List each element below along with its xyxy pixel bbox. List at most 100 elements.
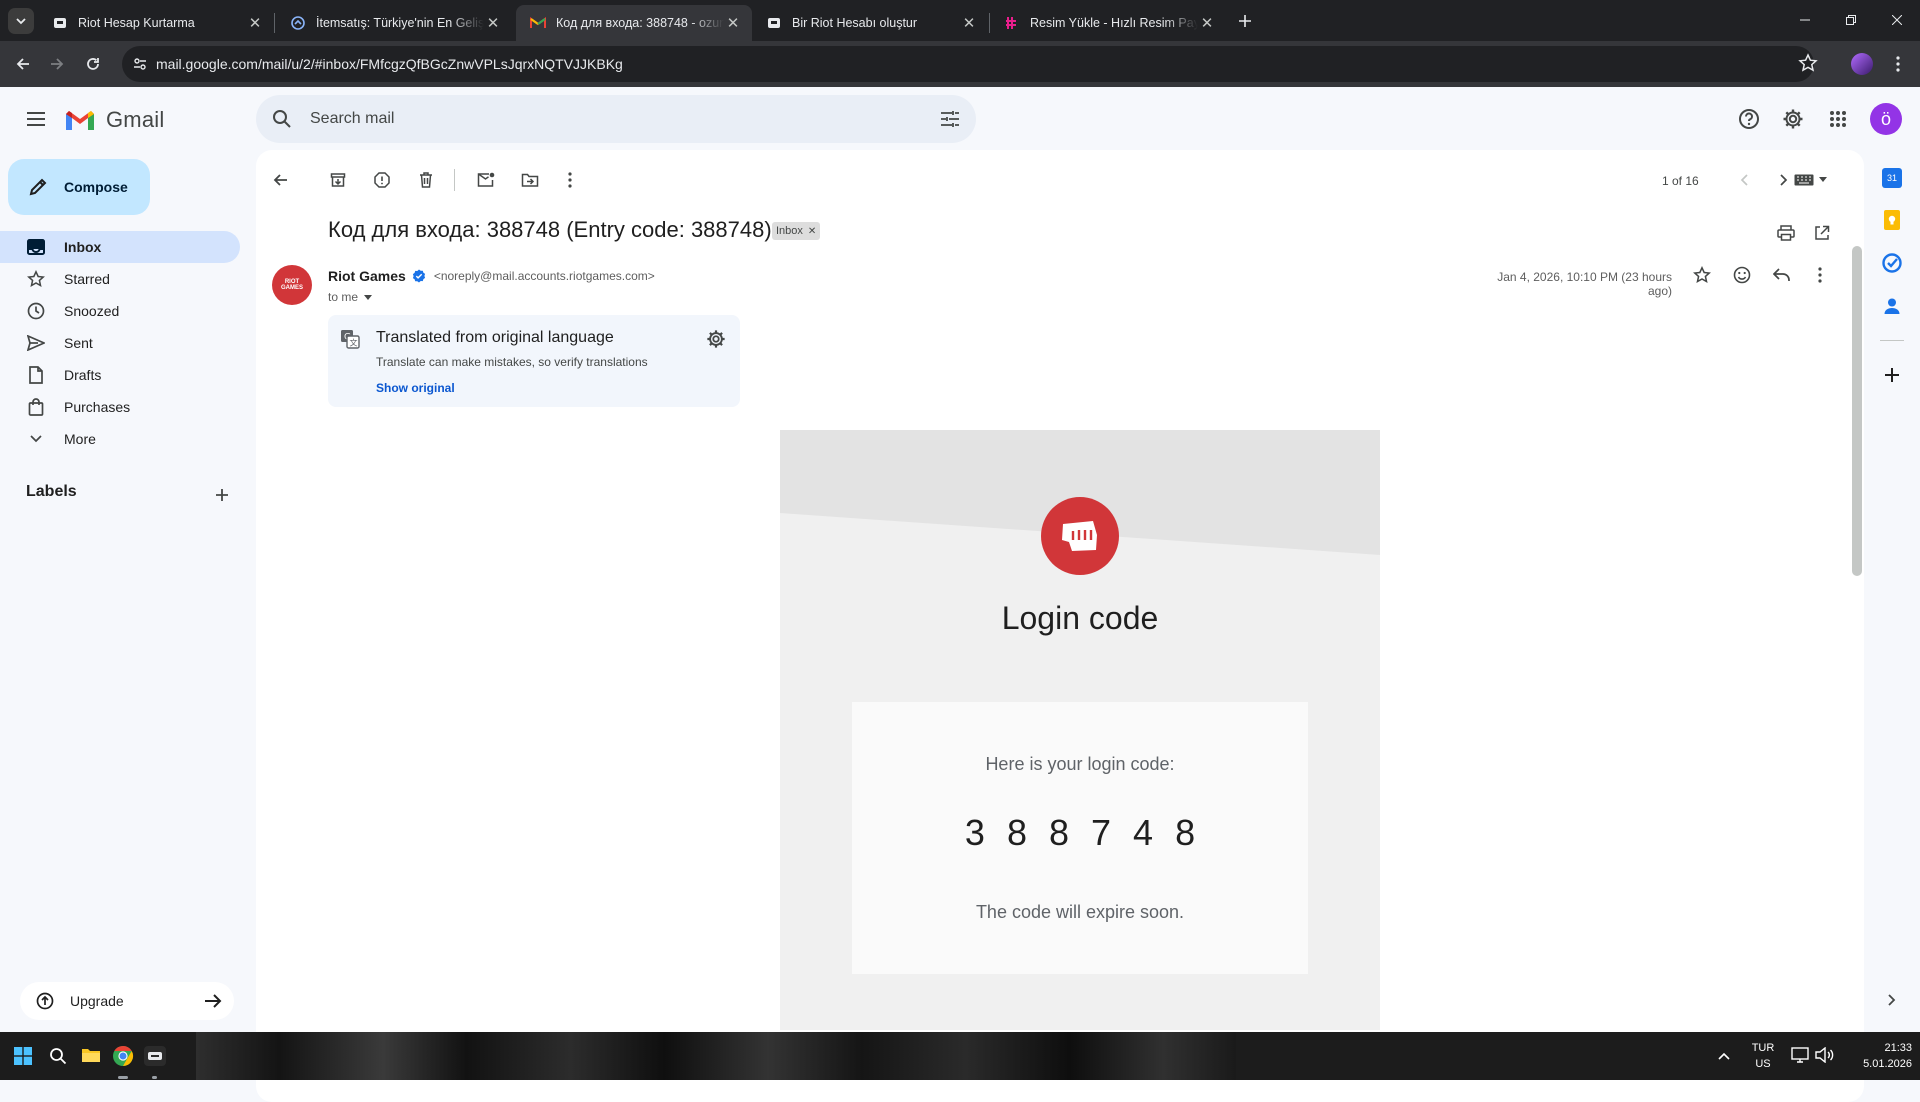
search-options-icon[interactable] xyxy=(940,110,960,128)
bookmark-star-button[interactable] xyxy=(1798,53,1820,75)
close-tab-icon[interactable]: ✕ xyxy=(484,14,502,32)
browser-tab-active[interactable]: Код для входа: 388748 - ozumk ✕ xyxy=(516,5,752,41)
message-scrollbar[interactable] xyxy=(1852,246,1862,576)
mark-unread-button[interactable] xyxy=(468,162,504,198)
close-tab-icon[interactable]: ✕ xyxy=(1198,14,1216,32)
sidebar-item-more[interactable]: More xyxy=(0,423,240,455)
expand-side-panel-button[interactable] xyxy=(1882,990,1902,1010)
new-window-button[interactable] xyxy=(1804,215,1840,251)
volume-icon[interactable] xyxy=(1815,1047,1835,1065)
network-icon[interactable] xyxy=(1791,1047,1809,1065)
upgrade-button[interactable]: Upgrade xyxy=(20,982,234,1020)
browser-tab[interactable]: Bir Riot Hesabı oluştur ✕ xyxy=(752,5,988,41)
google-apps-button[interactable] xyxy=(1820,101,1856,137)
minimize-button[interactable] xyxy=(1782,8,1828,32)
sidebar-item-sent[interactable]: Sent xyxy=(0,327,240,359)
sidebar-item-label: Inbox xyxy=(64,239,102,255)
labels-heading: Labels xyxy=(26,483,77,500)
browser-menu-button[interactable] xyxy=(1888,53,1908,75)
close-window-button[interactable] xyxy=(1874,8,1920,32)
settings-button[interactable] xyxy=(1775,101,1811,137)
start-button[interactable] xyxy=(14,1047,32,1065)
forward-nav-button[interactable] xyxy=(42,49,72,79)
close-tab-icon[interactable]: ✕ xyxy=(724,14,742,32)
show-original-link[interactable]: Show original xyxy=(376,381,455,395)
archive-button[interactable] xyxy=(320,162,356,198)
send-icon xyxy=(26,333,46,353)
sidebar-item-drafts[interactable]: Drafts xyxy=(0,359,240,391)
back-to-inbox-button[interactable] xyxy=(262,162,298,198)
inbox-label-chip[interactable]: Inbox ✕ xyxy=(772,222,821,240)
riot-logo xyxy=(1041,497,1119,575)
keep-bulb-icon xyxy=(1888,215,1896,225)
report-spam-button[interactable] xyxy=(364,162,400,198)
browser-tab[interactable]: Riot Hesap Kurtarma ✕ xyxy=(38,5,274,41)
keep-app-button[interactable] xyxy=(1884,210,1900,230)
main-menu-button[interactable] xyxy=(18,101,54,137)
tab-search-button[interactable] xyxy=(8,8,34,34)
input-tools-button[interactable] xyxy=(1794,172,1834,188)
remove-label-icon[interactable]: ✕ xyxy=(808,226,816,237)
sender-line: Riot Games <noreply@mail.accounts.riotga… xyxy=(328,268,655,284)
code-digit: 7 xyxy=(1091,812,1112,853)
star-message-button[interactable] xyxy=(1684,257,1720,293)
tab-separator xyxy=(274,13,275,33)
recipient-line[interactable]: to me xyxy=(328,290,373,304)
plus-icon xyxy=(1885,368,1899,382)
search-input[interactable]: Search mail xyxy=(310,110,940,128)
profile-avatar-button[interactable] xyxy=(1851,53,1873,75)
close-tab-icon[interactable]: ✕ xyxy=(246,14,264,32)
sidebar-item-snoozed[interactable]: Snoozed xyxy=(0,295,240,327)
search-icon[interactable] xyxy=(272,109,292,129)
tasks-app-button[interactable] xyxy=(1882,253,1902,273)
create-label-button[interactable] xyxy=(210,483,234,507)
sender-avatar[interactable]: RIOT GAMES xyxy=(272,265,312,305)
sender-name[interactable]: Riot Games xyxy=(328,268,406,284)
more-actions-button[interactable] xyxy=(552,162,588,198)
site-info-icon[interactable] xyxy=(132,56,148,72)
compose-button[interactable]: Compose xyxy=(8,159,150,215)
account-avatar[interactable]: ö xyxy=(1870,103,1902,135)
message-more-button[interactable] xyxy=(1802,257,1838,293)
translate-title: Translated from original language xyxy=(376,329,614,346)
active-app-indicator xyxy=(118,1076,128,1079)
browser-tab[interactable]: İtemsatış: Türkiye'nin En Gelişmiş ✕ xyxy=(276,5,512,41)
translate-settings-icon[interactable] xyxy=(706,329,726,349)
contacts-app-button[interactable] xyxy=(1882,296,1902,316)
add-reaction-button[interactable] xyxy=(1724,257,1760,293)
riot-favicon-icon xyxy=(52,15,68,31)
show-hidden-icons-button[interactable] xyxy=(1716,1048,1732,1064)
caret-down-icon xyxy=(1819,177,1827,182)
move-folder-icon xyxy=(521,173,539,187)
sidebar-item-starred[interactable]: Starred xyxy=(0,263,240,295)
svg-text:文: 文 xyxy=(350,338,358,348)
sidebar-item-purchases[interactable]: Purchases xyxy=(0,391,240,423)
support-button[interactable] xyxy=(1731,101,1767,137)
delete-button[interactable] xyxy=(408,162,444,198)
clock-time: 21:33 xyxy=(1884,1042,1912,1054)
back-nav-button[interactable] xyxy=(8,49,38,79)
reload-button[interactable] xyxy=(78,49,108,79)
restore-button[interactable] xyxy=(1828,8,1874,32)
windows-taskbar: TUR US 21:33 5.01.2026 xyxy=(0,1032,1920,1080)
game-app-taskbar-button[interactable] xyxy=(144,1046,166,1066)
get-addons-button[interactable] xyxy=(1882,365,1902,385)
address-bar[interactable]: mail.google.com/mail/u/2/#inbox/FMfcgzQf… xyxy=(122,46,1814,82)
file-explorer-button[interactable] xyxy=(81,1046,101,1066)
taskbar-search-button[interactable] xyxy=(49,1047,67,1065)
gmail-logo[interactable]: Gmail xyxy=(64,107,164,133)
print-all-button[interactable] xyxy=(1768,215,1804,251)
close-tab-icon[interactable]: ✕ xyxy=(960,14,978,32)
clock[interactable]: 21:33 5.01.2026 xyxy=(1840,1040,1912,1072)
language-indicator[interactable]: TUR US xyxy=(1748,1040,1778,1072)
move-to-button[interactable] xyxy=(512,162,548,198)
search-bar[interactable]: Search mail xyxy=(256,95,976,143)
chrome-taskbar-button[interactable] xyxy=(112,1045,134,1067)
newer-button[interactable] xyxy=(1726,162,1762,198)
new-tab-button[interactable] xyxy=(1233,9,1257,33)
reply-button[interactable] xyxy=(1764,257,1800,293)
sidebar-item-inbox[interactable]: Inbox xyxy=(0,231,240,263)
browser-tab[interactable]: Resim Yükle - Hızlı Resim Paylaş ✕ xyxy=(990,5,1226,41)
calendar-app-button[interactable]: 31 xyxy=(1882,168,1902,188)
riot-fist-icon xyxy=(1062,521,1097,551)
